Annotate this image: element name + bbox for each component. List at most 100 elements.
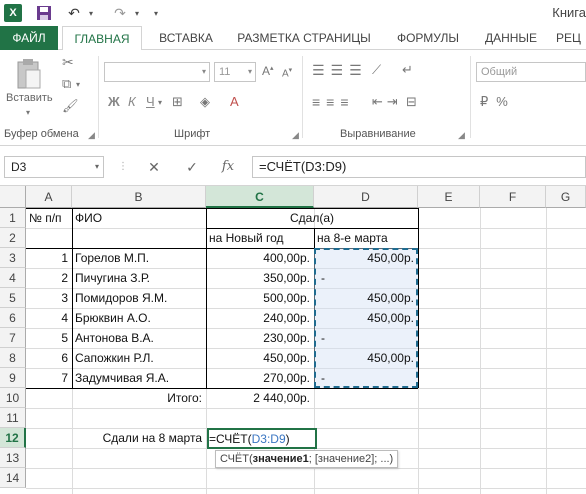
undo-dropdown-icon[interactable]: ▾ (86, 4, 96, 22)
save-icon[interactable] (36, 4, 52, 22)
row-header-9[interactable]: 9 (0, 368, 26, 388)
cell-c4[interactable]: 350,00р. (206, 268, 314, 288)
vertical-align-icons[interactable]: ☰☰☰ (312, 62, 368, 79)
excel-logo-icon[interactable]: X (4, 4, 22, 22)
grow-font-icon[interactable]: A▴ (262, 64, 274, 78)
cell-b5[interactable]: Помидоров Я.М. (72, 288, 206, 308)
tab-page-layout[interactable]: РАЗМЕТКА СТРАНИЦЫ (230, 26, 378, 50)
paste-icon[interactable] (14, 58, 44, 94)
cell-c2[interactable]: на Новый год (206, 228, 314, 248)
cell-a7[interactable]: 5 (26, 328, 72, 348)
cell-b7[interactable]: Антонова В.А. (72, 328, 206, 348)
paste-dropdown-icon[interactable]: ▾ (26, 108, 30, 117)
cell-d7[interactable]: - (318, 328, 418, 348)
tab-insert[interactable]: ВСТАВКА (148, 26, 224, 50)
copy-icon[interactable]: ⧉ (62, 76, 71, 92)
tooltip-function[interactable]: СЧЁТ( (220, 453, 253, 465)
font-name-combo[interactable]: ▾ (104, 62, 210, 82)
redo-icon[interactable]: ↷ (112, 4, 128, 22)
row-header-3[interactable]: 3 (0, 248, 26, 268)
wrap-text-icon[interactable]: ↵ (402, 62, 413, 78)
cell-c5[interactable]: 500,00р. (206, 288, 314, 308)
tab-formulas[interactable]: ФОРМУЛЫ (388, 26, 468, 50)
row-header-7[interactable]: 7 (0, 328, 26, 348)
row-header-4[interactable]: 4 (0, 268, 26, 288)
row-header-14[interactable]: 14 (0, 468, 26, 488)
cell-b4[interactable]: Пичугина З.Р. (72, 268, 206, 288)
cell-c10[interactable]: 2 440,00р. (206, 388, 314, 408)
insert-function-icon[interactable]: fx (216, 156, 240, 178)
column-header-b[interactable]: B (72, 186, 206, 208)
column-header-f[interactable]: F (480, 186, 546, 208)
function-argument-tooltip[interactable]: СЧЁТ(значение1; [значение2]; ...) (215, 450, 399, 468)
column-header-d[interactable]: D (314, 186, 418, 208)
row-header-12[interactable]: 12 (0, 428, 26, 448)
copy-dropdown-icon[interactable]: ▾ (76, 80, 80, 89)
cell-a9[interactable]: 7 (26, 368, 72, 388)
bold-button[interactable]: Ж (108, 94, 120, 109)
cell-b1[interactable]: ФИО (72, 208, 206, 228)
undo-icon[interactable]: ↶ (66, 4, 82, 22)
cell-d4[interactable]: - (318, 268, 418, 288)
cell-b6[interactable]: Брюквин А.О. (72, 308, 206, 328)
fill-color-icon[interactable]: ◈ (200, 94, 210, 110)
formula-input[interactable]: =СЧЁТ(D3:D9) (252, 156, 586, 178)
cell-a1[interactable]: № п/п (26, 208, 72, 228)
tab-file[interactable]: ФАЙЛ (0, 26, 58, 50)
enter-icon[interactable]: ✓ (180, 156, 204, 178)
row-header-11[interactable]: 11 (0, 408, 26, 428)
cell-d9[interactable]: - (318, 368, 418, 388)
borders-icon[interactable]: ⊞ (172, 94, 183, 110)
tab-data[interactable]: ДАННЫЕ (476, 26, 546, 50)
shrink-font-icon[interactable]: A▾ (282, 66, 292, 79)
cell-a8[interactable]: 6 (26, 348, 72, 368)
column-header-a[interactable]: A (26, 186, 72, 208)
paste-label[interactable]: Вставить (6, 92, 53, 104)
cell-d6[interactable]: 450,00р. (314, 308, 418, 328)
merge-center-icon[interactable]: ⊟ (406, 94, 417, 110)
cell-c1-merged[interactable]: Сдал(а) (206, 208, 418, 228)
row-header-1[interactable]: 1 (0, 208, 26, 228)
column-header-g[interactable]: G (546, 186, 586, 208)
cell-b10[interactable]: Итого: (72, 388, 206, 408)
cell-d8[interactable]: 450,00р. (314, 348, 418, 368)
row-header-13[interactable]: 13 (0, 448, 26, 468)
font-size-combo[interactable]: 11 ▾ (214, 62, 256, 82)
select-all-corner[interactable] (0, 186, 26, 208)
underline-dropdown-icon[interactable]: ▾ (158, 98, 162, 107)
cell-b8[interactable]: Сапожкин Р.Л. (72, 348, 206, 368)
font-color-icon[interactable]: A (230, 94, 239, 109)
redo-dropdown-icon[interactable]: ▾ (132, 4, 142, 22)
horizontal-align-icons[interactable]: ≡≡≡ (312, 94, 355, 110)
number-format-icons[interactable]: ₽% (480, 94, 516, 110)
font-launcher-icon[interactable]: ◢ (292, 130, 299, 141)
tab-review[interactable]: РЕЦ (556, 26, 586, 50)
alignment-launcher-icon[interactable]: ◢ (458, 130, 465, 141)
number-format-combo[interactable]: Общий (476, 62, 586, 82)
row-header-2[interactable]: 2 (0, 228, 26, 248)
cell-a4[interactable]: 2 (26, 268, 72, 288)
customize-qat-icon[interactable]: ▾ (150, 4, 162, 22)
name-box[interactable]: D3 ▾ (4, 156, 104, 178)
cell-b3[interactable]: Горелов М.П. (72, 248, 206, 268)
cell-a6[interactable]: 4 (26, 308, 72, 328)
cell-b9[interactable]: Задумчивая Я.А. (72, 368, 206, 388)
cell-d5[interactable]: 450,00р. (314, 288, 418, 308)
indent-icons[interactable]: ⇤⇥ (372, 94, 402, 110)
row-header-10[interactable]: 10 (0, 388, 26, 408)
tab-home[interactable]: ГЛАВНАЯ (62, 26, 142, 51)
cell-c3[interactable]: 400,00р. (206, 248, 314, 268)
column-header-e[interactable]: E (418, 186, 480, 208)
clipboard-launcher-icon[interactable]: ◢ (88, 130, 95, 141)
cell-d3[interactable]: 450,00р. (314, 248, 418, 268)
underline-button[interactable]: Ч (146, 94, 155, 109)
format-painter-icon[interactable]: 🖌 (62, 98, 79, 114)
tooltip-current-arg[interactable]: значение1 (253, 453, 309, 465)
row-header-6[interactable]: 6 (0, 308, 26, 328)
cut-icon[interactable]: ✂ (62, 54, 74, 71)
cell-b12[interactable]: Сдали на 8 марта (72, 428, 206, 448)
row-header-5[interactable]: 5 (0, 288, 26, 308)
orientation-icon[interactable]: ⟋ (372, 62, 381, 78)
formula-bar-grip-icon[interactable]: ⋮ (118, 161, 129, 172)
cell-d2[interactable]: на 8-е марта (314, 228, 418, 248)
